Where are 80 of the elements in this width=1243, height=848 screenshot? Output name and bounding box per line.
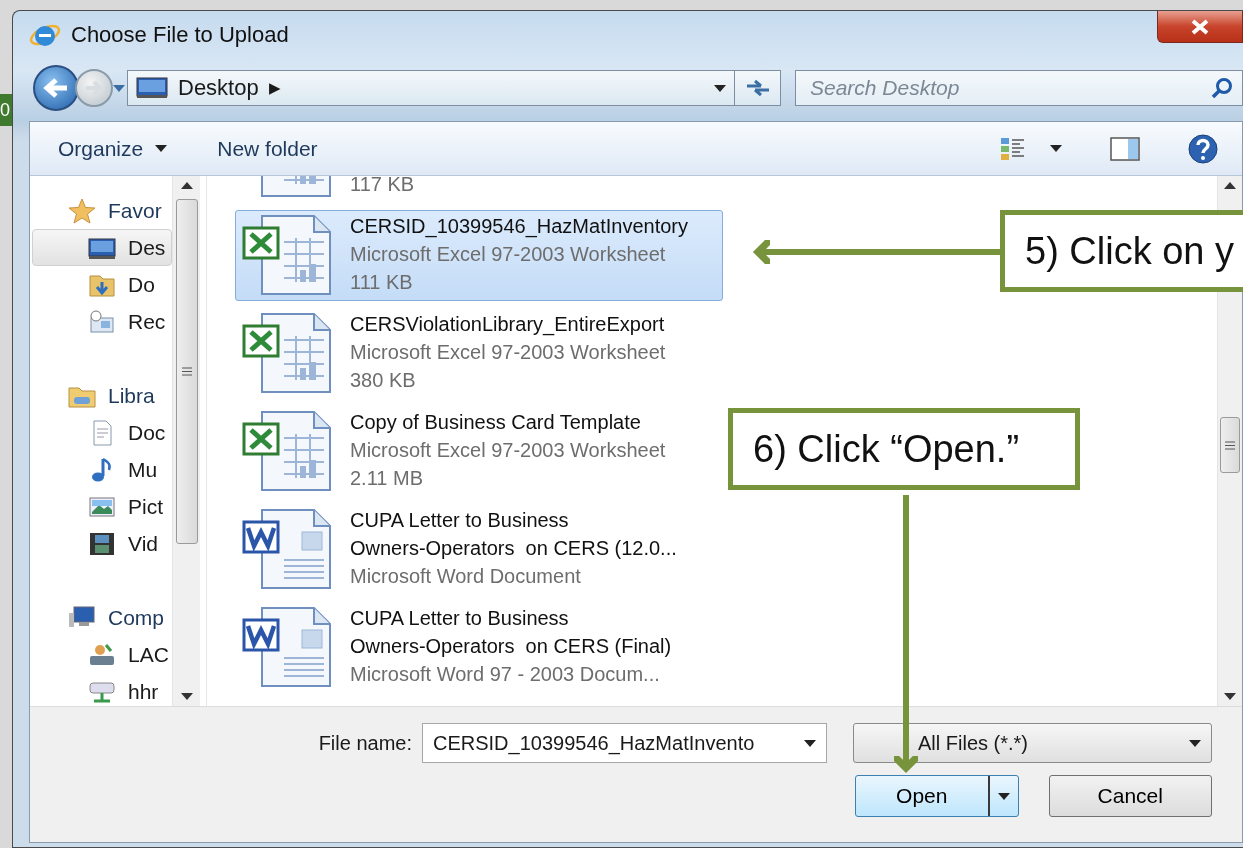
caret-icon bbox=[113, 84, 125, 92]
nav-item[interactable]: Des bbox=[32, 229, 172, 266]
nav-item[interactable]: Mu bbox=[30, 451, 172, 488]
caret-icon bbox=[804, 739, 816, 747]
file-name: CUPA Letter to Business bbox=[350, 508, 570, 533]
scrollbar[interactable] bbox=[172, 176, 200, 706]
nav-item[interactable]: Rec bbox=[30, 303, 172, 340]
nav-item[interactable]: Do bbox=[30, 266, 172, 303]
nav-group[interactable]: Libra bbox=[30, 377, 172, 414]
file-name: Owners-Operators on CERS (12.0... bbox=[350, 536, 677, 561]
file-size: 380 KB bbox=[350, 368, 417, 393]
refresh-button[interactable] bbox=[735, 70, 781, 106]
caret-down-icon bbox=[180, 693, 193, 700]
nav-item[interactable]: LAC bbox=[30, 636, 172, 673]
file-type-dropdown[interactable]: All Files (*.*) bbox=[853, 723, 1212, 763]
file-name: CERSViolationLibrary_EntireExport bbox=[350, 312, 666, 338]
caret-down-icon bbox=[1224, 693, 1236, 700]
file-size: 117 KB bbox=[350, 176, 415, 197]
file-name: Copy of Business Card Template bbox=[350, 410, 642, 435]
background-text: 0 bbox=[0, 94, 12, 126]
file-type: Microsoft Word Document bbox=[350, 564, 582, 589]
grip-icon bbox=[181, 367, 192, 376]
recent-places-icon bbox=[88, 308, 116, 335]
window-title: Choose File to Upload bbox=[71, 22, 289, 48]
file-item[interactable]: CERSViolationLibrary_EntireExport Microsoft Excel 97-2003 Worksheet 380 KB bbox=[235, 308, 723, 399]
back-button[interactable] bbox=[33, 65, 79, 111]
nav-group[interactable]: Favor bbox=[30, 192, 172, 229]
file-size: 2.11 MB bbox=[350, 466, 424, 491]
close-icon bbox=[1190, 18, 1210, 35]
network-drive-icon bbox=[88, 641, 116, 668]
caret-icon bbox=[1050, 145, 1062, 152]
toolbar-button[interactable]: Organize bbox=[52, 132, 174, 165]
caret-up-icon bbox=[180, 182, 193, 189]
file-item[interactable]: CERSID_10399546_HazMatInventory Microsoft Excel 97-2003 Worksheet 111 KB bbox=[235, 210, 723, 301]
preview-pane-icon bbox=[1110, 136, 1140, 161]
callout-box: 6) Click “Open.” bbox=[728, 408, 1080, 490]
file-type: Microsoft Excel 97-2003 Worksheet bbox=[350, 340, 666, 365]
star-icon bbox=[68, 197, 96, 224]
file-item[interactable]: CUPA Letter to Business Owners-Operators on CERS (Final) Microsoft Word 97 - 2003 Docum... bbox=[235, 602, 723, 693]
refresh-icon bbox=[744, 78, 771, 98]
caret-up-icon bbox=[1224, 182, 1236, 189]
scroll-thumb[interactable] bbox=[175, 199, 198, 544]
grip-icon bbox=[1225, 440, 1235, 450]
nav-group[interactable]: Comp bbox=[30, 599, 172, 636]
toolbar-button[interactable]: New folder bbox=[211, 132, 324, 165]
search-field[interactable]: Search Desktop bbox=[795, 70, 1243, 106]
file-name: CERSID_10399546_HazMatInventory bbox=[350, 214, 688, 240]
file-type: Microsoft Word 97 - 2003 Docum... bbox=[350, 662, 661, 687]
file-name: CUPA Letter to Business bbox=[350, 606, 570, 631]
film-strip-icon bbox=[88, 530, 116, 557]
nav-item[interactable]: Doc bbox=[30, 414, 172, 451]
nav-item[interactable]: Pict bbox=[30, 488, 172, 525]
file-name-field[interactable]: CERSID_10399546_HazMatInvento bbox=[422, 723, 827, 763]
location-text: Desktop bbox=[178, 75, 259, 101]
monitor-icon bbox=[136, 77, 168, 99]
close-button[interactable] bbox=[1157, 11, 1243, 43]
caret-icon bbox=[1189, 739, 1201, 747]
file-item[interactable]: 117 KB bbox=[235, 176, 723, 203]
list-view-icon bbox=[1000, 136, 1026, 161]
callout-box: 5) Click on y bbox=[1000, 210, 1243, 292]
file-type: Microsoft Excel 97-2003 Worksheet bbox=[350, 242, 667, 267]
help-icon bbox=[1188, 133, 1218, 164]
file-item[interactable]: CUPA Letter to Business Owners-Operators on CERS (12.0... Microsoft Word Document bbox=[235, 504, 723, 595]
address-field[interactable]: Desktop ▶ bbox=[127, 70, 735, 106]
dialog-button[interactable]: Cancel bbox=[1048, 775, 1212, 817]
arrow-right-icon bbox=[84, 80, 104, 96]
file-name: Owners-Operators on CERS (Final) bbox=[350, 634, 672, 659]
file-size: 111 KB bbox=[350, 270, 414, 295]
nav-item[interactable]: hhr bbox=[30, 673, 172, 706]
nav-item[interactable]: Vid bbox=[30, 525, 172, 562]
dialog-button[interactable]: Open bbox=[855, 775, 1019, 817]
caret-icon bbox=[997, 792, 1010, 800]
caret-icon bbox=[714, 84, 726, 92]
scroll-thumb[interactable] bbox=[1220, 417, 1240, 473]
file-type: Microsoft Excel 97-2003 Worksheet bbox=[350, 438, 666, 463]
breadcrumb-arrow[interactable]: ▶ bbox=[268, 79, 281, 97]
file-name-label: File name: bbox=[318, 731, 412, 755]
search-icon bbox=[1211, 77, 1233, 99]
file-item[interactable]: Copy of Business Card Template Microsoft Excel 97-2003 Worksheet 2.11 MB bbox=[235, 406, 723, 497]
arrow-left-icon bbox=[43, 78, 69, 98]
